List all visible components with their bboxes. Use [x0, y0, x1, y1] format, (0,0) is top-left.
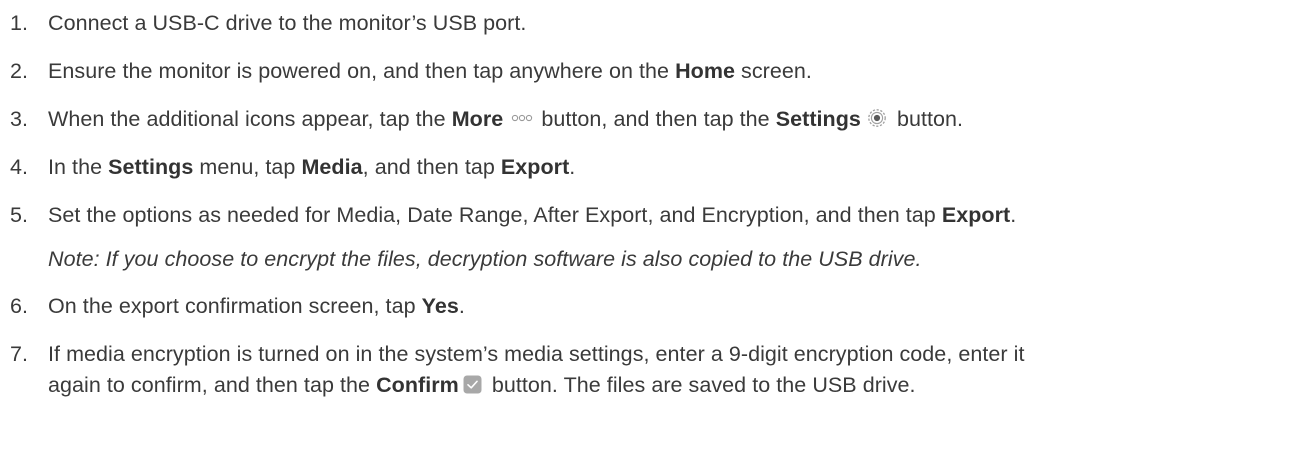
more-label: More: [451, 107, 504, 131]
step-text: Ensure the monitor is powered on, and th…: [48, 59, 812, 83]
confirm-label: Confirm: [376, 373, 459, 397]
step-5-note: Note: If you choose to encrypt the files…: [48, 247, 922, 271]
media-label: Media: [301, 155, 363, 179]
settings-menu-label: Settings: [108, 155, 194, 179]
more-dots-icon: [512, 115, 533, 122]
step-text: Connect a USB-C drive to the monitor’s U…: [48, 11, 527, 35]
home-label: Home: [675, 59, 735, 83]
step-text: When the additional icons appear, tap th…: [48, 107, 964, 131]
instruction-steps: 1. Connect a USB-C drive to the monitor’…: [0, 0, 1295, 471]
step-text: On the export confirmation screen, tap Y…: [48, 294, 465, 318]
step-number: 7.: [10, 342, 29, 366]
step-number: 4.: [10, 155, 29, 179]
export-label: Export: [500, 155, 570, 179]
step-number: 1.: [10, 11, 29, 35]
step-text: Set the options as needed for Media, Dat…: [48, 203, 1017, 227]
settings-gear-icon: [868, 109, 886, 128]
export-label: Export: [941, 203, 1011, 227]
step-text-line-2: again to confirm, and then tap the Confi…: [48, 373, 916, 397]
step-number: 3.: [10, 107, 29, 131]
step-number: 6.: [10, 294, 29, 318]
confirm-check-icon: [463, 375, 482, 394]
step-text: In the Settings menu, tap Media, and the…: [48, 155, 576, 179]
settings-label: Settings: [775, 107, 861, 131]
step-number: 5.: [10, 203, 29, 227]
step-text-line-1: If media encryption is turned on in the …: [48, 342, 1025, 366]
step-number: 2.: [10, 59, 29, 83]
yes-label: Yes: [421, 294, 459, 318]
